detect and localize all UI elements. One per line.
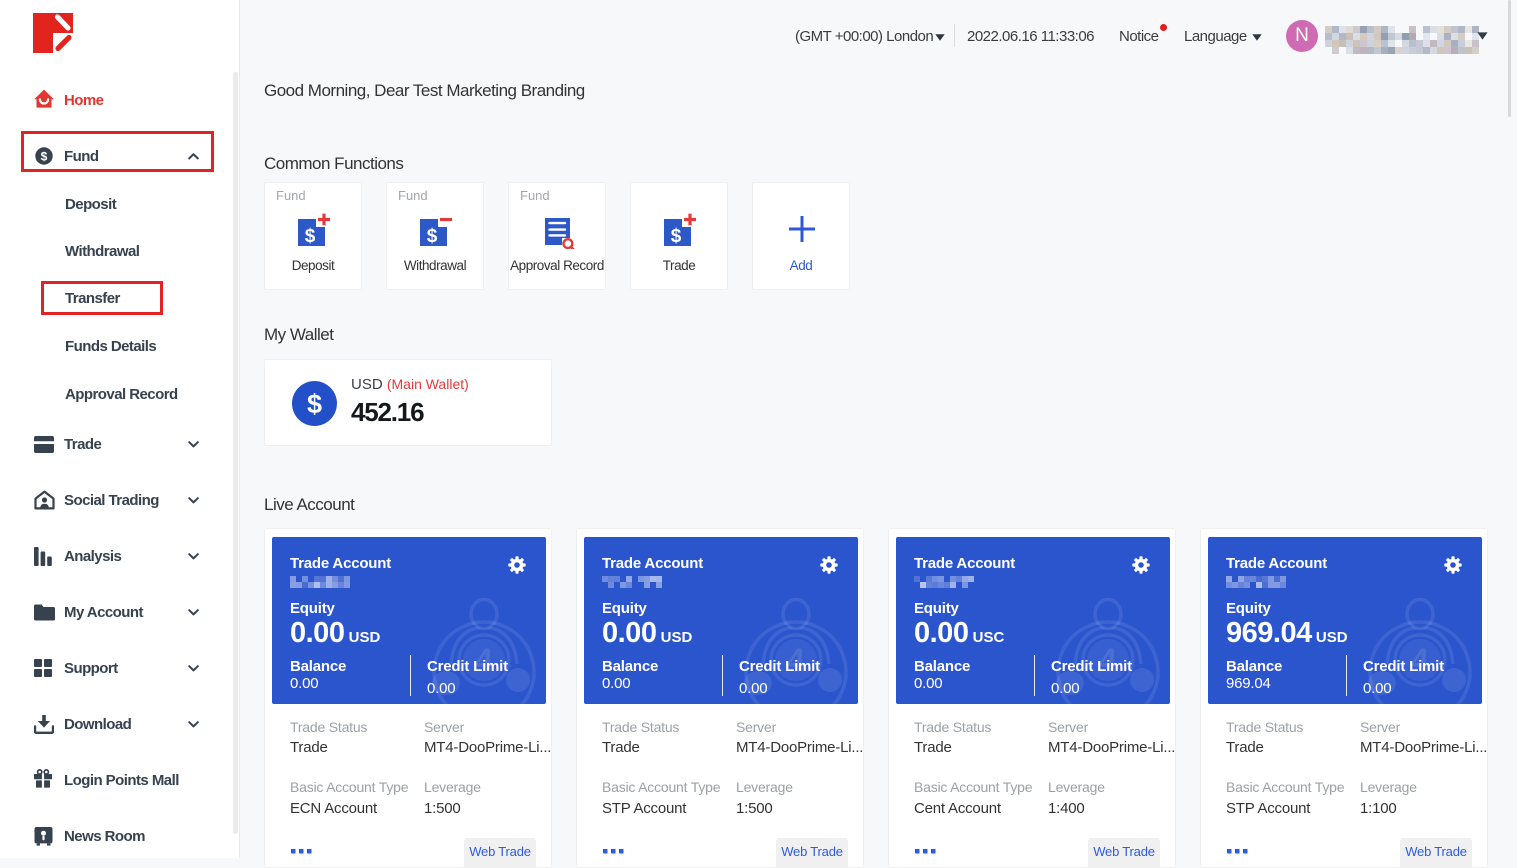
svg-text:$: $ (427, 226, 438, 247)
svg-text:$: $ (671, 226, 682, 247)
svg-text:$: $ (307, 389, 322, 419)
svg-text:$: $ (305, 226, 316, 247)
